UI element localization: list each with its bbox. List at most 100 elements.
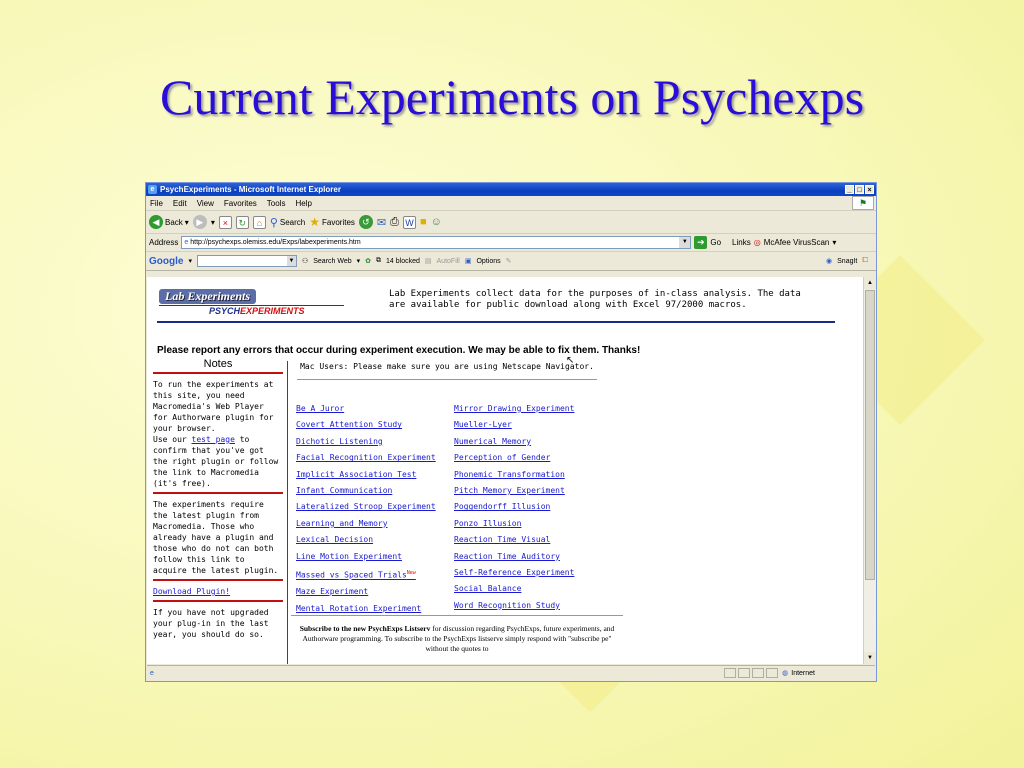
search-label: Search xyxy=(279,217,306,227)
snagit-button[interactable]: SnagIt xyxy=(837,258,857,265)
logo-experiments: EXPERIMENTS xyxy=(240,306,305,316)
experiment-link[interactable]: Social Balance xyxy=(454,581,574,597)
chevron-down-icon[interactable]: ▾ xyxy=(357,257,361,265)
home-icon[interactable]: ⌂ xyxy=(252,215,266,229)
experiment-link[interactable]: Dichotic Listening xyxy=(296,434,436,450)
search-web-button[interactable]: Search Web xyxy=(313,258,351,265)
chevron-down-icon[interactable]: ▼ xyxy=(679,237,691,248)
experiment-link[interactable]: Lexical Decision xyxy=(296,532,436,548)
scroll-down-icon[interactable]: ▼ xyxy=(864,652,876,664)
note-text: Use our xyxy=(153,435,192,444)
listserv-subscribe-text: Subscribe to the new PsychExps Listserv … xyxy=(291,615,623,654)
minimize-icon[interactable]: _ xyxy=(845,185,854,194)
mail-icon[interactable]: ✉ xyxy=(377,216,386,229)
header-divider xyxy=(157,321,835,323)
edit-word-icon[interactable]: W xyxy=(402,215,416,229)
stop-icon[interactable]: × xyxy=(218,215,232,229)
page-status-icon: e xyxy=(150,669,154,677)
popup-blocked-count[interactable]: 14 blocked xyxy=(386,258,420,265)
experiment-link[interactable]: Mueller-Lyer xyxy=(454,417,574,433)
google-toolbar: Google ▾ ▼ ⚇ Search Web ▾ ✿ ⧉ 14 blocked… xyxy=(146,252,876,271)
back-arrow-icon: ◀ xyxy=(149,215,163,229)
menu-help[interactable]: Help xyxy=(295,199,311,208)
experiment-link-row: Massed vs Spaced TrialsNew xyxy=(296,565,436,584)
refresh-icon[interactable]: ↻ xyxy=(235,215,249,229)
links-button[interactable]: Links xyxy=(732,238,751,247)
experiment-link[interactable]: Learning and Memory xyxy=(296,516,436,532)
experiment-list-left: Be A Juror Covert Attention Study Dichot… xyxy=(296,401,436,617)
options-button[interactable]: Options xyxy=(476,258,500,265)
favorites-button[interactable]: ★ Favorites xyxy=(309,215,355,229)
popup-blocker-icon: ⧉ xyxy=(376,257,382,264)
experiment-link[interactable]: Line Motion Experiment xyxy=(296,549,436,565)
experiment-link[interactable]: Numerical Memory xyxy=(454,434,574,450)
mac-users-note: Mac Users: Please make sure you are usin… xyxy=(297,361,597,380)
close-icon[interactable]: × xyxy=(865,185,874,194)
chevron-down-icon[interactable]: ▾ xyxy=(832,238,836,247)
download-plugin-link[interactable]: Download Plugin! xyxy=(153,587,230,596)
go-arrow-icon[interactable]: ➔ xyxy=(694,236,708,249)
favorites-label: Favorites xyxy=(322,217,355,227)
scrollbar-thumb[interactable] xyxy=(865,290,875,580)
experiment-link[interactable]: Reaction Time Visual xyxy=(454,532,574,548)
vertical-scrollbar[interactable]: ▲ ▼ xyxy=(863,277,876,664)
experiment-link[interactable]: Perception of Gender xyxy=(454,450,574,466)
subscribe-heading: Subscribe to the new PsychExps Listserv xyxy=(299,624,431,633)
experiment-link[interactable]: Reaction Time Auditory xyxy=(454,549,574,565)
experiment-link[interactable]: Facial Recognition Experiment xyxy=(296,450,436,466)
mcafee-icon[interactable]: ◎ xyxy=(754,238,761,247)
internet-zone-icon: ◍ xyxy=(782,670,789,677)
experiment-link[interactable]: Lateralized Stroop Experiment xyxy=(296,499,436,515)
experiment-link[interactable]: Phonemic Transformation xyxy=(454,467,574,483)
experiment-link[interactable]: Covert Attention Study xyxy=(296,417,436,433)
back-button[interactable]: ◀ Back ▾ xyxy=(149,215,189,229)
experiment-link[interactable]: Word Recognition Study xyxy=(454,598,574,614)
history-icon[interactable]: ↺ xyxy=(358,215,373,229)
address-bar: Address e http://psychexps.olemiss.edu/E… xyxy=(146,234,876,252)
snagit-window-icon[interactable]: ⧠ xyxy=(862,257,868,265)
experiment-link[interactable]: Maze Experiment xyxy=(296,584,436,600)
highlighter-icon[interactable]: ✎ xyxy=(506,257,512,265)
chevron-down-icon[interactable]: ▾ xyxy=(188,257,192,265)
window-title: PsychExperiments - Microsoft Internet Ex… xyxy=(160,185,341,194)
go-button[interactable]: Go xyxy=(710,238,721,247)
messenger-icon[interactable]: ☺ xyxy=(431,216,442,228)
print-icon[interactable]: ⎙ xyxy=(390,216,399,229)
logo-psych: PSYCH xyxy=(209,306,241,316)
menu-favorites[interactable]: Favorites xyxy=(224,199,257,208)
menu-file[interactable]: File xyxy=(150,199,163,208)
menu-tools[interactable]: Tools xyxy=(267,199,286,208)
scroll-up-icon[interactable]: ▲ xyxy=(864,277,876,289)
window-titlebar[interactable]: e PsychExperiments - Microsoft Internet … xyxy=(146,183,876,196)
search-button[interactable]: ⚲ Search xyxy=(270,216,305,229)
menu-view[interactable]: View xyxy=(197,199,214,208)
address-input[interactable]: e http://psychexps.olemiss.edu/Exps/labe… xyxy=(181,236,692,249)
chevron-down-icon[interactable]: ▾ xyxy=(211,218,215,227)
experiment-link[interactable]: Poggendorff Illusion xyxy=(454,499,574,515)
folder-icon[interactable]: ■ xyxy=(420,216,427,228)
menu-bar: File Edit View Favorites Tools Help ⚑ xyxy=(146,196,876,211)
experiment-link[interactable]: Self-Reference Experiment xyxy=(454,565,574,581)
experiment-link[interactable]: Pitch Memory Experiment xyxy=(454,483,574,499)
mcafee-button[interactable]: McAfee VirusScan xyxy=(764,238,830,247)
experiment-link[interactable]: Implicit Association Test xyxy=(296,467,436,483)
autofill-button[interactable]: AutoFill xyxy=(437,258,460,265)
google-logo[interactable]: Google xyxy=(149,256,183,267)
pagerank-icon[interactable]: ✿ xyxy=(365,257,371,265)
experiment-link[interactable]: Ponzo Illusion xyxy=(454,516,574,532)
experiment-link[interactable]: Infant Communication xyxy=(296,483,436,499)
maximize-icon[interactable]: □ xyxy=(855,185,864,194)
experiment-link[interactable]: Be A Juror xyxy=(296,401,436,417)
status-bar: e ◍ Internet xyxy=(147,665,875,680)
forward-arrow-icon[interactable]: ▶ xyxy=(192,215,207,229)
google-search-input[interactable]: ▼ xyxy=(196,255,297,267)
address-url: http://psychexps.olemiss.edu/Exps/labexp… xyxy=(190,239,361,246)
browser-window: e PsychExperiments - Microsoft Internet … xyxy=(145,182,877,682)
snagit-icon[interactable]: ◉ xyxy=(826,257,832,265)
menu-edit[interactable]: Edit xyxy=(173,199,187,208)
test-page-link[interactable]: test page xyxy=(192,435,235,444)
experiment-link[interactable]: Massed vs Spaced Trials xyxy=(296,571,407,580)
experiment-link[interactable]: Mirror Drawing Experiment xyxy=(454,401,574,417)
chevron-down-icon[interactable]: ▼ xyxy=(286,256,296,266)
binoculars-icon: ⚇ xyxy=(301,258,309,265)
